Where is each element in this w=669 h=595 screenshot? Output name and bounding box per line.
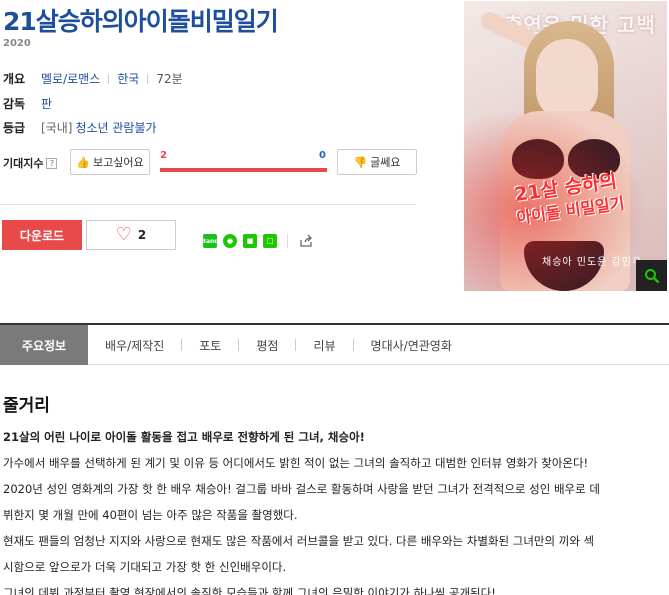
meh-label: 글쎄요: [370, 156, 401, 169]
want-to-see-label: 보고싶어요: [93, 156, 144, 169]
genre-link[interactable]: 멜로/로맨스: [41, 70, 100, 87]
band-share-icon[interactable]: Band: [201, 234, 219, 248]
rating-row: 등급 [국내] 청소년 관람불가: [3, 119, 165, 136]
cafe-share-icon[interactable]: □: [263, 234, 277, 248]
plot-line: 2020년 성인 영화계의 가장 핫 한 배우 채승아! 걸그룹 바바 걸스로 …: [3, 482, 600, 496]
divider: [147, 73, 149, 84]
plot-line: 그녀의 데뷔 과정부터 촬영 현장에서의 솔직한 모습들과 함께 그녀의 은밀한…: [3, 586, 496, 595]
runtime: 72분: [156, 72, 183, 86]
overview-row: 개요 멜로/로맨스 한국 72분: [3, 70, 183, 87]
heart-icon: ♡: [115, 224, 132, 245]
help-icon[interactable]: ?: [46, 157, 58, 169]
thumbs-up-icon: 👍: [76, 155, 91, 169]
blog-share-icon[interactable]: ■: [243, 234, 257, 248]
tab-ratings[interactable]: 평점: [239, 325, 295, 365]
meh-count: 0: [319, 150, 326, 161]
overview-label: 개요: [3, 72, 26, 86]
director-label: 감독: [3, 97, 26, 111]
tab-photos[interactable]: 포토: [182, 325, 238, 365]
poster-cast: 채승아 민도윤 강민우: [542, 257, 643, 268]
plot-summary: 21살의 어린 나이로 아이돌 활동을 접고 배우로 전향하게 된 그녀, 채승…: [3, 424, 667, 595]
plot-line: 뷔한지 몇 개월 만에 40편이 넘는 아주 많은 작품을 촬영했다.: [3, 508, 298, 522]
kakaostory-share-icon[interactable]: ●: [223, 234, 237, 248]
rating-label: 등급: [3, 121, 26, 135]
section-divider: [0, 204, 416, 205]
movie-year: 2020: [3, 38, 31, 49]
share-bar: Band ● ■ □: [201, 233, 314, 249]
plot-line: 가수에서 배우를 선택하게 된 계기 및 이유 등 어디에서도 밝힌 적이 없는…: [3, 456, 589, 470]
expectation-label: 기대지수: [3, 157, 44, 170]
download-button[interactable]: 다운로드: [2, 220, 82, 250]
country-link[interactable]: 한국: [117, 70, 139, 87]
like-button[interactable]: ♡ 2: [86, 220, 176, 250]
divider: [108, 73, 110, 84]
plot-line: 현재도 팬들의 엄청난 지지와 사랑으로 현재도 많은 작품에서 러브콜을 받고…: [3, 534, 595, 548]
share-icon[interactable]: [298, 233, 314, 249]
director-row: 감독 판: [3, 95, 60, 112]
plot-line: 시함으로 앞으로가 더욱 기대되고 가장 핫 한 신인배우이다.: [3, 560, 287, 574]
movie-poster[interactable]: 출연은 밀한 고백 21살 승하의 아이돌 비밀일기 채승아 민도윤 강민우: [464, 1, 667, 291]
rating-prefix: [국내]: [41, 121, 73, 135]
tab-quotes-related[interactable]: 명대사/연관영화: [354, 325, 469, 365]
magnifier-icon: [644, 268, 659, 283]
meh-button[interactable]: 👎 글쎄요: [337, 149, 417, 175]
director-link[interactable]: 판: [41, 95, 52, 112]
plot-line: 21살의 어린 나이로 아이돌 활동을 접고 배우로 전향하게 된 그녀, 채승…: [3, 430, 365, 444]
expectation-bar: [160, 168, 327, 172]
tab-bar: 주요정보 배우/제작진 포토 평점 리뷰 명대사/연관영화: [0, 323, 669, 365]
divider: [287, 234, 288, 248]
want-count: 2: [160, 150, 167, 161]
zoom-button[interactable]: [636, 260, 667, 291]
movie-title: 21살승하의아이돌비밀일기: [3, 7, 279, 36]
tab-cast-crew[interactable]: 배우/제작진: [88, 325, 181, 365]
tab-reviews[interactable]: 리뷰: [296, 325, 352, 365]
rating-link[interactable]: 청소년 관람불가: [75, 119, 156, 136]
expectation-label-group: 기대지수 ?: [3, 155, 58, 171]
expectation-bar-fill: [160, 168, 327, 172]
plot-heading: 줄거리: [3, 396, 50, 416]
like-count: 2: [137, 228, 147, 242]
tab-main-info[interactable]: 주요정보: [0, 325, 88, 365]
thumbs-down-icon: 👎: [353, 155, 368, 169]
want-to-see-button[interactable]: 👍 보고싶어요: [70, 149, 150, 175]
